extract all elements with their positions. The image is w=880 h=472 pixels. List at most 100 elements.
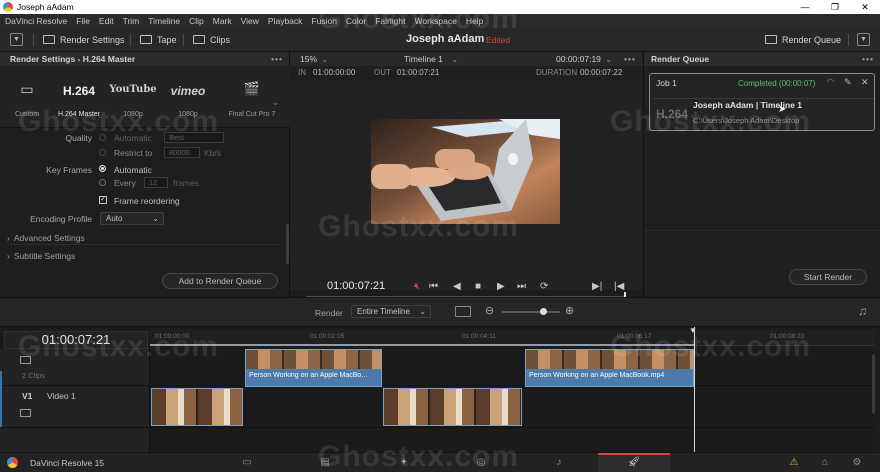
queue-options-icon[interactable]: ••• [862, 52, 874, 66]
timeline-scrollbar[interactable] [872, 354, 875, 414]
warning-icon[interactable]: ⚠ [787, 457, 801, 469]
play-reverse-icon[interactable]: ◀︎ [453, 281, 461, 292]
presets-chevron-icon[interactable]: ⌄ [272, 98, 279, 107]
preset-custom[interactable]: ▭ Custom [4, 66, 50, 128]
queue-toggle-icon[interactable]: ▼ [857, 33, 870, 46]
render-range-dropdown[interactable]: Entire Timeline ⌄ [351, 305, 431, 318]
menu-help[interactable]: Help [466, 16, 483, 26]
key-frames-every-radio[interactable] [99, 179, 106, 186]
loop-icon[interactable]: ⟳ [540, 281, 548, 292]
clip-name: Person Working on an Apple MacBook.mp4 [529, 372, 665, 379]
delete-job-icon[interactable]: ✕ [861, 77, 869, 88]
home-icon[interactable]: ⌂ [818, 457, 832, 469]
zoom-in-icon[interactable]: ⊕ [565, 304, 574, 317]
close-button[interactable]: ✕ [850, 0, 880, 14]
frame-reordering-checkbox[interactable]: ✓ [99, 196, 107, 204]
subtitle-settings-section[interactable]: › Subtitle Settings [7, 251, 75, 261]
encoding-profile-dropdown[interactable]: Auto ⌄ [100, 212, 164, 225]
color-page-icon[interactable]: ◎ [474, 457, 488, 469]
play-icon[interactable]: ▶︎ [497, 281, 505, 292]
v1-track-name[interactable]: Video 1 [47, 391, 76, 401]
next-edit-icon[interactable]: ▶︎| [592, 281, 602, 292]
timeline-clip[interactable] [151, 388, 243, 426]
clips-button[interactable]: Clips [193, 32, 230, 48]
restrict-to-radio[interactable] [99, 149, 106, 156]
settings-gear-icon[interactable]: ⚙ [850, 457, 864, 469]
quality-automatic-radio[interactable] [99, 134, 106, 141]
restrict-bitrate-input[interactable]: 80000 [164, 147, 200, 158]
menu-trim[interactable]: Trim [123, 16, 140, 26]
key-frames-every-input[interactable]: 12 [144, 177, 168, 188]
render-queue-button[interactable]: Render Queue [765, 32, 841, 48]
viewer-canvas[interactable] [290, 80, 642, 301]
timeline-clip[interactable]: Person Working on an Apple MacBo... [245, 349, 382, 387]
zoom-out-icon[interactable]: ⊖ [485, 304, 494, 317]
go-to-end-icon[interactable]: ⏭︎ [517, 281, 526, 292]
key-frames-automatic-radio[interactable] [99, 165, 106, 172]
menu-fusion[interactable]: Fusion [311, 16, 337, 26]
timeline-playhead[interactable] [694, 327, 695, 452]
chevron-down-icon[interactable]: ⌄ [321, 52, 328, 66]
deliver-page-icon[interactable]: 🚀︎ [627, 457, 641, 469]
start-render-button[interactable]: Start Render [789, 269, 867, 285]
menu-edit[interactable]: Edit [99, 16, 114, 26]
quality-best-select[interactable]: Best [164, 132, 224, 143]
preset-final-cut-pro-7[interactable]: 🎬 Final Cut Pro 7 [222, 66, 282, 128]
preset-h264-master[interactable]: H.264 H.264 Master [52, 66, 106, 128]
timeline-clip[interactable] [383, 388, 522, 426]
prev-edit-icon[interactable]: |◀︎ [614, 281, 624, 292]
wifi-icon: ◠ [827, 77, 834, 86]
media-page-icon[interactable]: ▭ [240, 457, 254, 469]
preset-vimeo-1080p[interactable]: vimeo 1080p [160, 66, 216, 128]
timeline-ruler[interactable]: 01:00:00:00 01:00:02:05 01:00:04:11 01:0… [150, 330, 875, 346]
more-options-icon[interactable]: ••• [271, 52, 283, 66]
menu-file[interactable]: File [76, 16, 90, 26]
fusion-page-icon[interactable]: ✦ [397, 457, 411, 469]
panel-toggle-icon[interactable]: ▼ [10, 33, 23, 46]
chevron-down-icon[interactable]: ⌄ [605, 52, 612, 66]
mute-icon[interactable]: 🔇︎ [414, 281, 420, 292]
viewer-timecode: 00:00:07:19 [556, 54, 601, 64]
timeline-name[interactable]: Timeline 1 [404, 52, 443, 66]
menu-mark[interactable]: Mark [213, 16, 232, 26]
render-job-card[interactable]: Job 1 Completed (00:00:07) ◠ ✎ ✕ H.264 J… [649, 73, 875, 131]
chevron-down-icon: ⌄ [419, 307, 426, 316]
menu-playback[interactable]: Playback [268, 16, 303, 26]
menu-clip[interactable]: Clip [189, 16, 204, 26]
stop-icon[interactable]: ■ [475, 281, 481, 292]
timeline-tracks[interactable]: Person Working on an Apple MacBo... Pers… [150, 349, 875, 452]
menu-color[interactable]: Color [346, 16, 366, 26]
preset-label: Final Cut Pro 7 [228, 111, 276, 118]
menu-workspace[interactable]: Workspace [414, 16, 456, 26]
render-settings-button[interactable]: Render Settings [43, 32, 125, 48]
maximize-button[interactable]: ❐ [820, 0, 850, 14]
go-to-start-icon[interactable]: ⏮︎ [429, 281, 438, 292]
viewer-options-icon[interactable]: ••• [624, 52, 636, 66]
track-a-clip-count: 2 Clips [22, 371, 45, 380]
playhead-handle-icon[interactable]: ▼ [689, 326, 697, 335]
zoom-slider-handle[interactable] [540, 308, 547, 315]
panel-scrollbar[interactable] [286, 224, 289, 264]
add-to-render-queue-button[interactable]: Add to Render Queue [162, 273, 278, 289]
timeline-timecode: 01:00:07:21 [4, 331, 148, 349]
tape-button[interactable]: Tape [140, 32, 177, 48]
zoom-select[interactable]: 15% [300, 52, 317, 66]
fairlight-page-icon[interactable]: ♪ [552, 457, 566, 469]
preset-youtube-1080p[interactable]: YouTube 1080p [108, 66, 158, 128]
timeline-clip[interactable]: Person Working on an Apple MacBook.mp4 [525, 349, 694, 387]
menu-view[interactable]: View [241, 16, 259, 26]
edit-page-icon[interactable]: ▤ [318, 457, 332, 469]
v1-track-label: V1 [22, 391, 33, 401]
menu-timeline[interactable]: Timeline [148, 16, 180, 26]
chevron-down-icon[interactable]: ⌄ [451, 52, 458, 66]
render-queue-panel: Render Queue ••• Job 1 Completed (00:00:… [643, 52, 880, 297]
edit-job-icon[interactable]: ✎ [844, 77, 852, 88]
timeline-view-icon[interactable] [455, 306, 471, 317]
menu-fairlight[interactable]: Fairlight [375, 16, 405, 26]
audio-meter-icon[interactable]: ♫ [858, 304, 867, 318]
menu-davinci-resolve[interactable]: DaVinci Resolve [5, 16, 67, 26]
minimize-button[interactable]: — [790, 0, 820, 14]
zoom-slider-track[interactable] [502, 311, 560, 313]
render-queue-header: Render Queue ••• [644, 52, 880, 66]
advanced-settings-section[interactable]: › Advanced Settings [7, 233, 85, 243]
